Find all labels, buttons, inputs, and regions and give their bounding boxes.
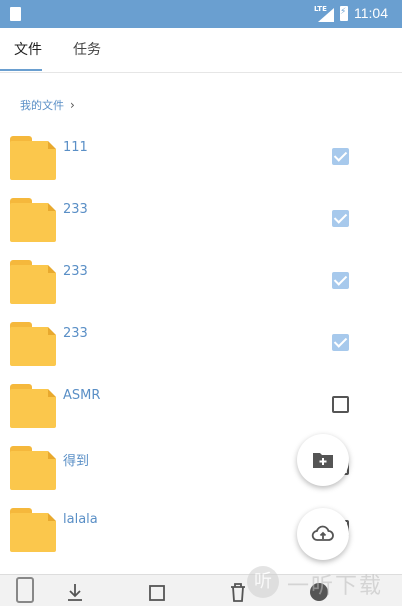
tab-tasks[interactable]: 任务 <box>73 39 101 59</box>
download-icon[interactable] <box>64 581 86 603</box>
file-name[interactable]: 得到 <box>63 450 89 469</box>
file-name[interactable]: 233 <box>63 326 88 341</box>
select-checkbox[interactable] <box>332 396 349 413</box>
status-time: 11:04 <box>354 5 388 21</box>
file-name[interactable]: 233 <box>63 264 88 279</box>
watermark-logo: 听 一听下载 <box>247 562 397 602</box>
folder-icon <box>10 136 56 180</box>
list-item[interactable]: 233 <box>0 322 402 384</box>
folder-icon <box>10 260 56 304</box>
file-name[interactable]: 233 <box>63 202 88 217</box>
file-name[interactable]: lalala <box>63 512 98 527</box>
new-folder-button[interactable] <box>297 434 349 486</box>
breadcrumb[interactable]: 我的文件 › <box>20 97 75 113</box>
list-item[interactable]: 233 <box>0 260 402 322</box>
cloud-upload-icon <box>311 525 334 541</box>
battery-icon <box>340 6 348 21</box>
folder-icon <box>10 322 56 366</box>
list-item[interactable]: 233 <box>0 198 402 260</box>
folder-icon <box>10 508 56 552</box>
folder-plus-icon <box>313 453 333 468</box>
chevron-right-icon: › <box>70 98 75 112</box>
sd-card-icon <box>10 7 21 21</box>
select-checkbox[interactable] <box>332 334 349 351</box>
select-all-icon[interactable] <box>16 577 34 603</box>
file-name[interactable]: 111 <box>63 140 88 155</box>
select-checkbox[interactable] <box>332 272 349 289</box>
folder-icon <box>10 198 56 242</box>
file-name[interactable]: ASMR <box>63 388 100 403</box>
status-bar: LTE 11:04 <box>0 0 402 28</box>
watermark-glyph: 听 <box>247 566 279 598</box>
tab-bar: 文件 任务 <box>0 28 402 73</box>
share-icon[interactable] <box>146 581 168 603</box>
select-checkbox[interactable] <box>332 148 349 165</box>
delete-icon[interactable] <box>227 581 249 603</box>
list-item[interactable]: ASMR <box>0 384 402 446</box>
select-checkbox[interactable] <box>332 210 349 227</box>
list-item[interactable]: 111 <box>0 136 402 198</box>
folder-icon <box>10 446 56 490</box>
upload-button[interactable] <box>297 508 349 560</box>
tab-files[interactable]: 文件 <box>14 39 42 59</box>
watermark-text: 一听下载 <box>287 574 384 599</box>
breadcrumb-label: 我的文件 <box>20 99 64 112</box>
folder-icon <box>10 384 56 428</box>
signal-icon <box>318 8 334 22</box>
active-tab-indicator <box>0 69 42 71</box>
